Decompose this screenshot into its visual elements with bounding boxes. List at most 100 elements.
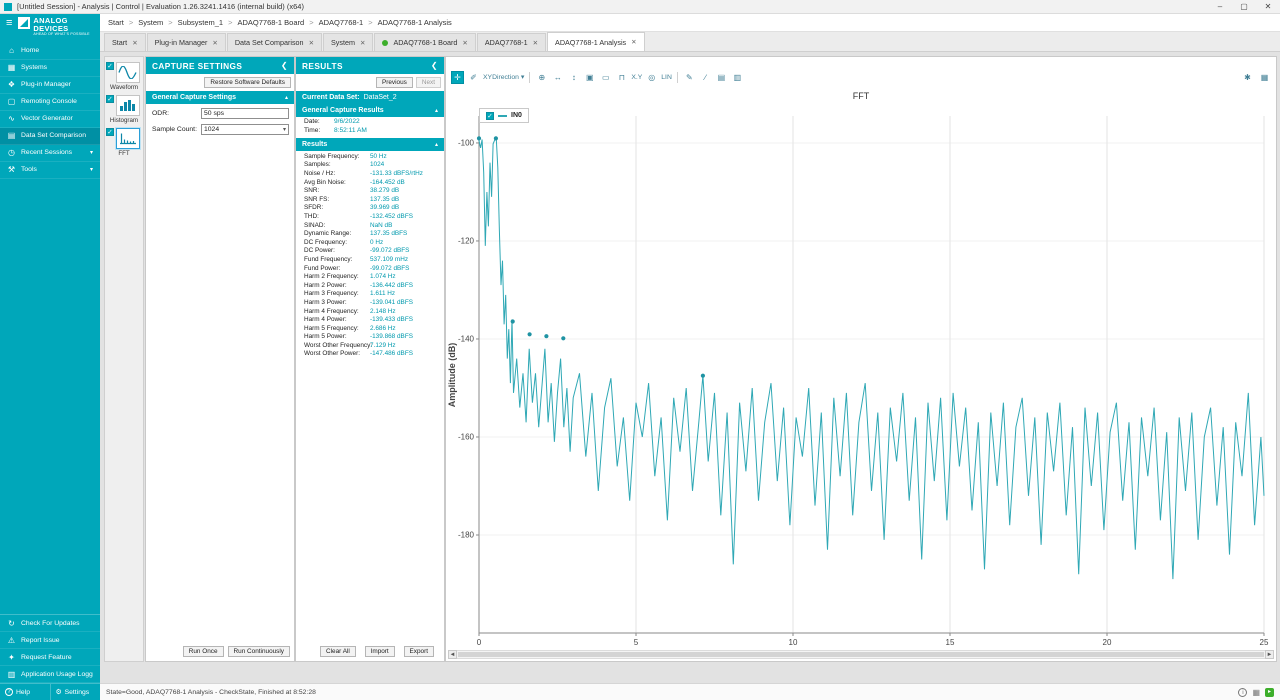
sidebar-item-home[interactable]: ⌂Home (0, 43, 100, 60)
section-collapse-icon[interactable]: ▴ (435, 107, 438, 114)
view-option-histogram[interactable]: ✓ (106, 95, 142, 116)
minimize-button[interactable]: – (1208, 0, 1232, 13)
checkbox-checked-icon[interactable]: ✓ (106, 128, 114, 136)
harmonic-marker[interactable] (477, 136, 481, 140)
linear-scale-button[interactable]: LIN (661, 74, 672, 81)
sidebar-item-systems[interactable]: ▦Systems (0, 60, 100, 77)
sidebar-item-application-usage-logging[interactable]: ▥Application Usage Logging (0, 666, 100, 683)
export-plot-button[interactable]: ▤ (715, 71, 728, 84)
annotation-button[interactable]: ✎ (683, 71, 696, 84)
clear-all-button[interactable]: Clear All (320, 646, 356, 657)
tab-close-icon[interactable]: ✕ (212, 39, 217, 47)
settings-button[interactable]: ⚙ Settings (50, 684, 101, 700)
tab-close-icon[interactable]: ✕ (309, 39, 314, 47)
breadcrumb-item-start[interactable]: Start (108, 18, 124, 27)
copy-plot-button[interactable]: ▥ (731, 71, 744, 84)
fft-icon[interactable] (116, 128, 140, 149)
help-button[interactable]: ? Help (0, 684, 50, 700)
scroll-left-icon[interactable]: ◄ (448, 650, 457, 659)
view-option-fft[interactable]: ✓ (106, 128, 142, 149)
breadcrumb-item-adaq7768-1[interactable]: ADAQ7768-1 (319, 18, 364, 27)
logo-tagline: AHEAD OF WHAT'S POSSIBLE (33, 33, 89, 37)
harmonic-marker[interactable] (528, 332, 532, 336)
sidebar-item-recent-sessions[interactable]: ◷Recent Sessions▾ (0, 145, 100, 162)
harmonic-marker[interactable] (494, 136, 498, 140)
sidebar-item-data-set-comparison[interactable]: ▤Data Set Comparison (0, 128, 100, 145)
tab-system[interactable]: System✕ (323, 33, 373, 51)
odr-input[interactable] (201, 108, 289, 119)
sidebar-item-tools[interactable]: ⚒Tools▾ (0, 162, 100, 179)
horizontal-range-button[interactable]: ↔ (551, 71, 564, 84)
run-once-button[interactable]: Run Once (183, 646, 224, 657)
result-value: -139.041 dBFS (370, 299, 413, 308)
horizontal-scrollbar[interactable]: ◄ ► (448, 649, 1274, 659)
scroll-right-icon[interactable]: ► (1265, 650, 1274, 659)
collapse-panel-icon[interactable]: ❮ (281, 61, 288, 70)
breadcrumb-item-subsystem-1[interactable]: Subsystem_1 (178, 18, 223, 27)
xy-direction-dropdown[interactable]: XYDirection▾ (483, 73, 524, 81)
tab-close-icon[interactable]: ✕ (631, 38, 636, 46)
sample-count-select[interactable]: 1024 ▾ (201, 124, 289, 135)
collapse-panel-icon[interactable]: ❮ (431, 61, 438, 70)
waveform-icon[interactable] (116, 62, 140, 83)
previous-dataset-button[interactable]: Previous (376, 77, 413, 88)
data-grid-button[interactable]: ▦ (1258, 71, 1271, 84)
section-collapse-icon[interactable]: ▴ (285, 94, 288, 101)
tab-close-icon[interactable]: ✕ (533, 39, 538, 47)
tab-plug-in-manager[interactable]: Plug-in Manager✕ (147, 33, 226, 51)
view-option-waveform[interactable]: ✓ (106, 62, 142, 83)
checkbox-checked-icon[interactable]: ✓ (106, 95, 114, 103)
tab-start[interactable]: Start✕ (104, 33, 146, 51)
sidebar-item-report-issue[interactable]: ⚠Report Issue (0, 632, 100, 649)
legend-checkbox[interactable]: ✓ (486, 112, 494, 120)
tab-adaq7768-1-board[interactable]: ADAQ7768-1 Board✕ (374, 33, 475, 51)
scrollbar-track[interactable] (457, 650, 1265, 659)
sidebar-item-plug-in-manager[interactable]: ❖Plug-in Manager (0, 77, 100, 94)
harmonic-marker[interactable] (544, 334, 548, 338)
usage-metrics-icon[interactable]: ▦ (1252, 688, 1260, 697)
export-button[interactable]: Export (404, 646, 434, 657)
scrollbar-thumb[interactable] (458, 652, 1264, 657)
harmonic-marker[interactable] (561, 336, 565, 340)
breadcrumb-item-system[interactable]: System (138, 18, 163, 27)
fft-plot[interactable]: -100-120-140-160-1800510152025Amplitude … (446, 105, 1278, 645)
tab-data-set-comparison[interactable]: Data Set Comparison✕ (227, 33, 322, 51)
sidebar-item-remoting-console[interactable]: ▢Remoting Console (0, 94, 100, 111)
sidebar-item-check-for-updates[interactable]: ↻Check For Updates (0, 615, 100, 632)
section-collapse-icon[interactable]: ▴ (435, 141, 438, 148)
next-dataset-button[interactable]: Next (416, 77, 441, 88)
checkbox-checked-icon[interactable]: ✓ (106, 62, 114, 70)
menu-toggle-icon[interactable]: ≡ (4, 17, 14, 30)
histogram-icon[interactable] (116, 95, 140, 116)
window-titlebar: [Untitled Session] - Analysis | Control … (0, 0, 1280, 14)
xy-coordinates-button[interactable]: X.Y (631, 74, 642, 81)
fit-view-button[interactable]: ▣ (583, 71, 596, 84)
tab-adaq7768-1[interactable]: ADAQ7768-1✕ (477, 33, 546, 51)
measure-button[interactable]: ∕ (699, 71, 712, 84)
harmonic-marker[interactable] (701, 374, 705, 378)
close-button[interactable]: ✕ (1256, 0, 1280, 13)
tab-close-icon[interactable]: ✕ (360, 39, 365, 47)
tab-adaq7768-1-analysis[interactable]: ADAQ7768-1 Analysis✕ (547, 32, 645, 51)
run-continuously-button[interactable]: Run Continuously (228, 646, 290, 657)
box-zoom-button[interactable]: ▭ (599, 71, 612, 84)
tab-close-icon[interactable]: ✕ (132, 39, 137, 47)
sidebar-item-request-feature[interactable]: ✦Request Feature (0, 649, 100, 666)
breadcrumb-item-adaq7768-1-analysis[interactable]: ADAQ7768-1 Analysis (378, 18, 452, 27)
harmonic-marker[interactable] (511, 319, 515, 323)
tab-close-icon[interactable]: ✕ (462, 39, 467, 47)
info-icon[interactable]: i (1238, 688, 1247, 697)
restore-defaults-button[interactable]: Restore Software Defaults (204, 77, 291, 88)
axis-scale-button[interactable]: ⊓ (615, 71, 628, 84)
chart-toolbar-right: ✱▦ (1241, 71, 1271, 84)
pin-tool-button[interactable]: ✐ (467, 71, 480, 84)
breadcrumb-item-adaq7768-1-board[interactable]: ADAQ7768-1 Board (237, 18, 304, 27)
crosshair-button[interactable]: ⊕ (535, 71, 548, 84)
maximize-button[interactable]: ▢ (1232, 0, 1256, 13)
zoom-button[interactable]: ◎ (645, 71, 658, 84)
pan-tool-button[interactable]: ✛ (451, 71, 464, 84)
sidebar-item-vector-generator[interactable]: ∿Vector Generator (0, 111, 100, 128)
import-button[interactable]: Import (365, 646, 395, 657)
vertical-range-button[interactable]: ↕ (567, 71, 580, 84)
chart-style-button[interactable]: ✱ (1241, 71, 1254, 84)
